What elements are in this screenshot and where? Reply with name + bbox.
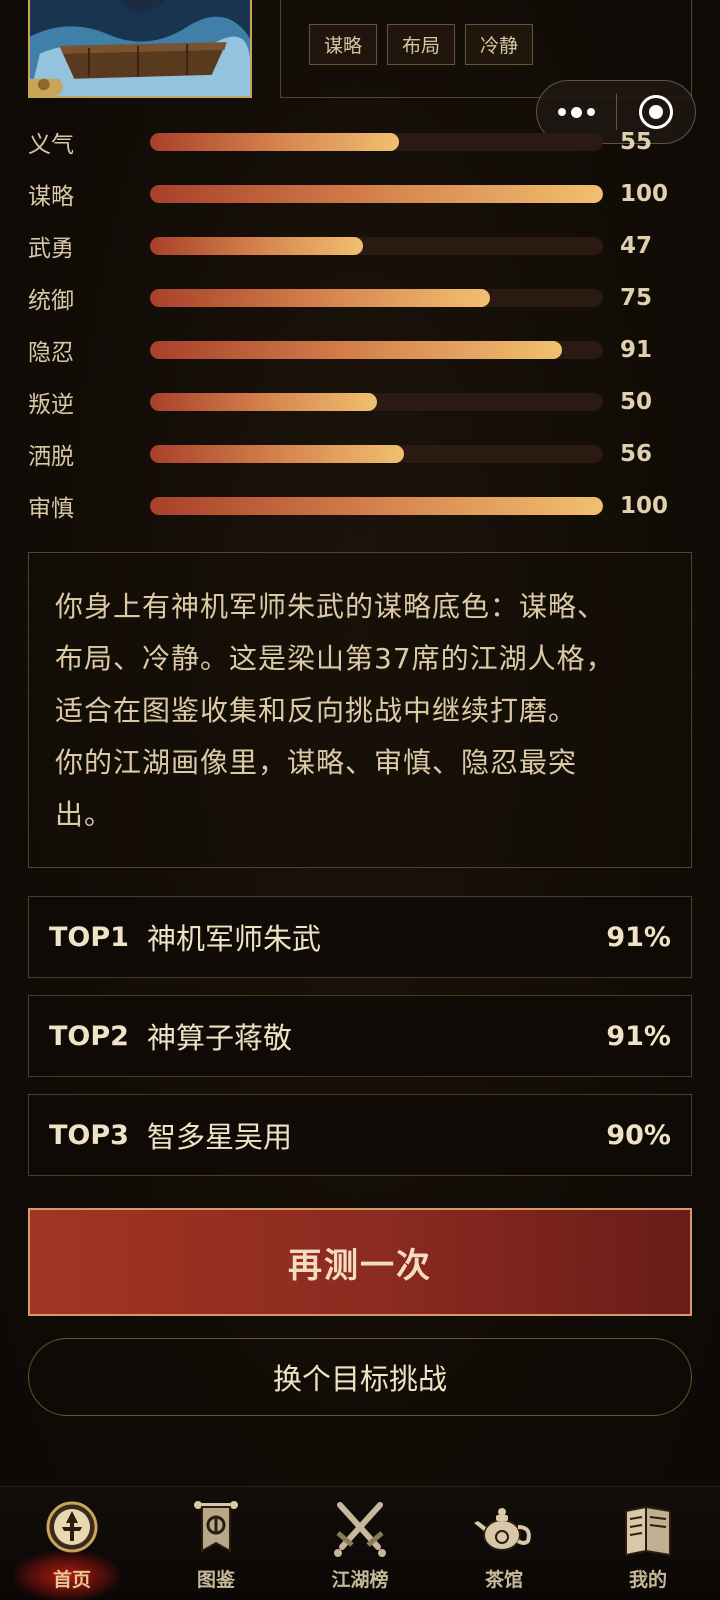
stat-value: 55 — [620, 129, 653, 155]
stat-bar-fill — [150, 289, 490, 307]
stat-value: 47 — [620, 233, 653, 259]
description-line: 你的江湖画像里，谋略、审慎、隐忍最突 — [55, 746, 578, 779]
stat-bar-track — [150, 497, 603, 515]
stat-value: 75 — [620, 285, 653, 311]
tab-label: 图鉴 — [196, 1569, 235, 1591]
tab-rankings[interactable]: 江湖榜 — [288, 1487, 432, 1600]
match-rank: TOP3 — [49, 1119, 129, 1151]
stat-row: 义气 55 — [28, 116, 688, 168]
match-rank: TOP1 — [49, 921, 129, 953]
stat-label: 统御 — [28, 288, 74, 314]
stat-row: 统御 75 — [28, 272, 688, 324]
match-name: 智多星吴用 — [147, 1120, 293, 1154]
stat-row: 武勇 47 — [28, 220, 688, 272]
description-line: 出。 — [55, 798, 114, 831]
tab-label: 首页 — [52, 1569, 91, 1591]
description-line: 布局、冷静。这是梁山第37席的江湖人格， — [55, 642, 615, 675]
tab-label: 我的 — [628, 1569, 667, 1591]
stat-row: 审慎 100 — [28, 480, 688, 532]
tab-home[interactable]: 首页 — [0, 1487, 144, 1600]
stat-row: 谋略 100 — [28, 168, 688, 220]
stat-label: 洒脱 — [28, 444, 74, 470]
banner-icon — [194, 1501, 238, 1553]
personality-description: 你身上有神机军师朱武的谋略底色：谋略、 布局、冷静。这是梁山第37席的江湖人格，… — [28, 552, 692, 868]
trait-tag: 布局 — [387, 24, 456, 65]
crossed-swords-icon — [334, 1502, 386, 1557]
stat-value: 100 — [620, 181, 669, 207]
match-percent: 91% — [606, 921, 671, 953]
match-name: 神机军师朱武 — [147, 922, 322, 956]
change-target-challenge-button[interactable]: 换个目标挑战 — [28, 1338, 692, 1416]
stat-bar-fill — [150, 445, 404, 463]
retest-button[interactable]: 再测一次 — [28, 1208, 692, 1316]
stat-row: 隐忍 91 — [28, 324, 688, 376]
stat-value: 56 — [620, 441, 653, 467]
description-line: 适合在图鉴收集和反向挑战中继续打磨。 — [55, 694, 578, 727]
tab-collection[interactable]: 图鉴 — [144, 1487, 288, 1600]
tab-mine[interactable]: 我的 — [576, 1487, 720, 1600]
stat-bar-track — [150, 445, 603, 463]
stat-label: 审慎 — [28, 496, 74, 522]
stat-value: 100 — [620, 493, 669, 519]
tab-label: 江湖榜 — [331, 1569, 389, 1591]
top-match-row[interactable]: TOP3 智多星吴用 90% — [28, 1094, 692, 1176]
tab-label: 茶馆 — [484, 1569, 523, 1591]
stat-bar-track — [150, 289, 603, 307]
trait-tags: 谋略 布局 冷静 — [309, 24, 534, 65]
scroll-book-icon — [625, 1505, 671, 1557]
character-portrait — [28, 0, 252, 98]
tab-teahouse[interactable]: 茶馆 — [432, 1487, 576, 1600]
stat-bar-track — [150, 393, 603, 411]
stat-bar-track — [150, 341, 603, 359]
stat-value: 50 — [620, 389, 653, 415]
stat-label: 隐忍 — [28, 340, 74, 366]
match-percent: 91% — [606, 1020, 671, 1052]
stat-bar-fill — [150, 341, 563, 359]
bottom-tab-bar: 首页 图鉴 江湖榜 茶馆 我的 — [0, 1486, 720, 1600]
stat-bar-fill — [150, 185, 603, 203]
stat-bar-track — [150, 133, 603, 151]
top-match-row[interactable]: TOP1 神机军师朱武 91% — [28, 896, 692, 978]
trait-tag: 谋略 — [309, 24, 378, 65]
top-match-row[interactable]: TOP2 神算子蒋敬 91% — [28, 995, 692, 1077]
stat-bar-fill — [150, 237, 363, 255]
stat-bar-fill — [150, 133, 400, 151]
description-line: 你身上有神机军师朱武的谋略底色：谋略、 — [55, 590, 607, 623]
stat-label: 叛逆 — [28, 392, 74, 418]
stat-label: 义气 — [28, 132, 74, 158]
stat-row: 洒脱 56 — [28, 428, 688, 480]
stat-label: 谋略 — [28, 184, 74, 210]
stat-bar-track — [150, 237, 603, 255]
stat-label: 武勇 — [28, 236, 74, 262]
stat-bar-track — [150, 185, 603, 203]
stat-row: 叛逆 50 — [28, 376, 688, 428]
stat-bar-fill — [150, 393, 377, 411]
stat-bar-fill — [150, 497, 603, 515]
trait-tag: 冷静 — [465, 24, 534, 65]
stats-list: 义气 55 谋略 100 武勇 47 统御 75 隐忍 91 叛逆 50 洒脱 … — [28, 116, 688, 532]
stat-value: 91 — [620, 337, 653, 363]
match-name: 神算子蒋敬 — [147, 1021, 293, 1055]
match-percent: 90% — [606, 1119, 671, 1151]
teapot-icon — [474, 1508, 531, 1551]
match-rank: TOP2 — [49, 1020, 129, 1052]
